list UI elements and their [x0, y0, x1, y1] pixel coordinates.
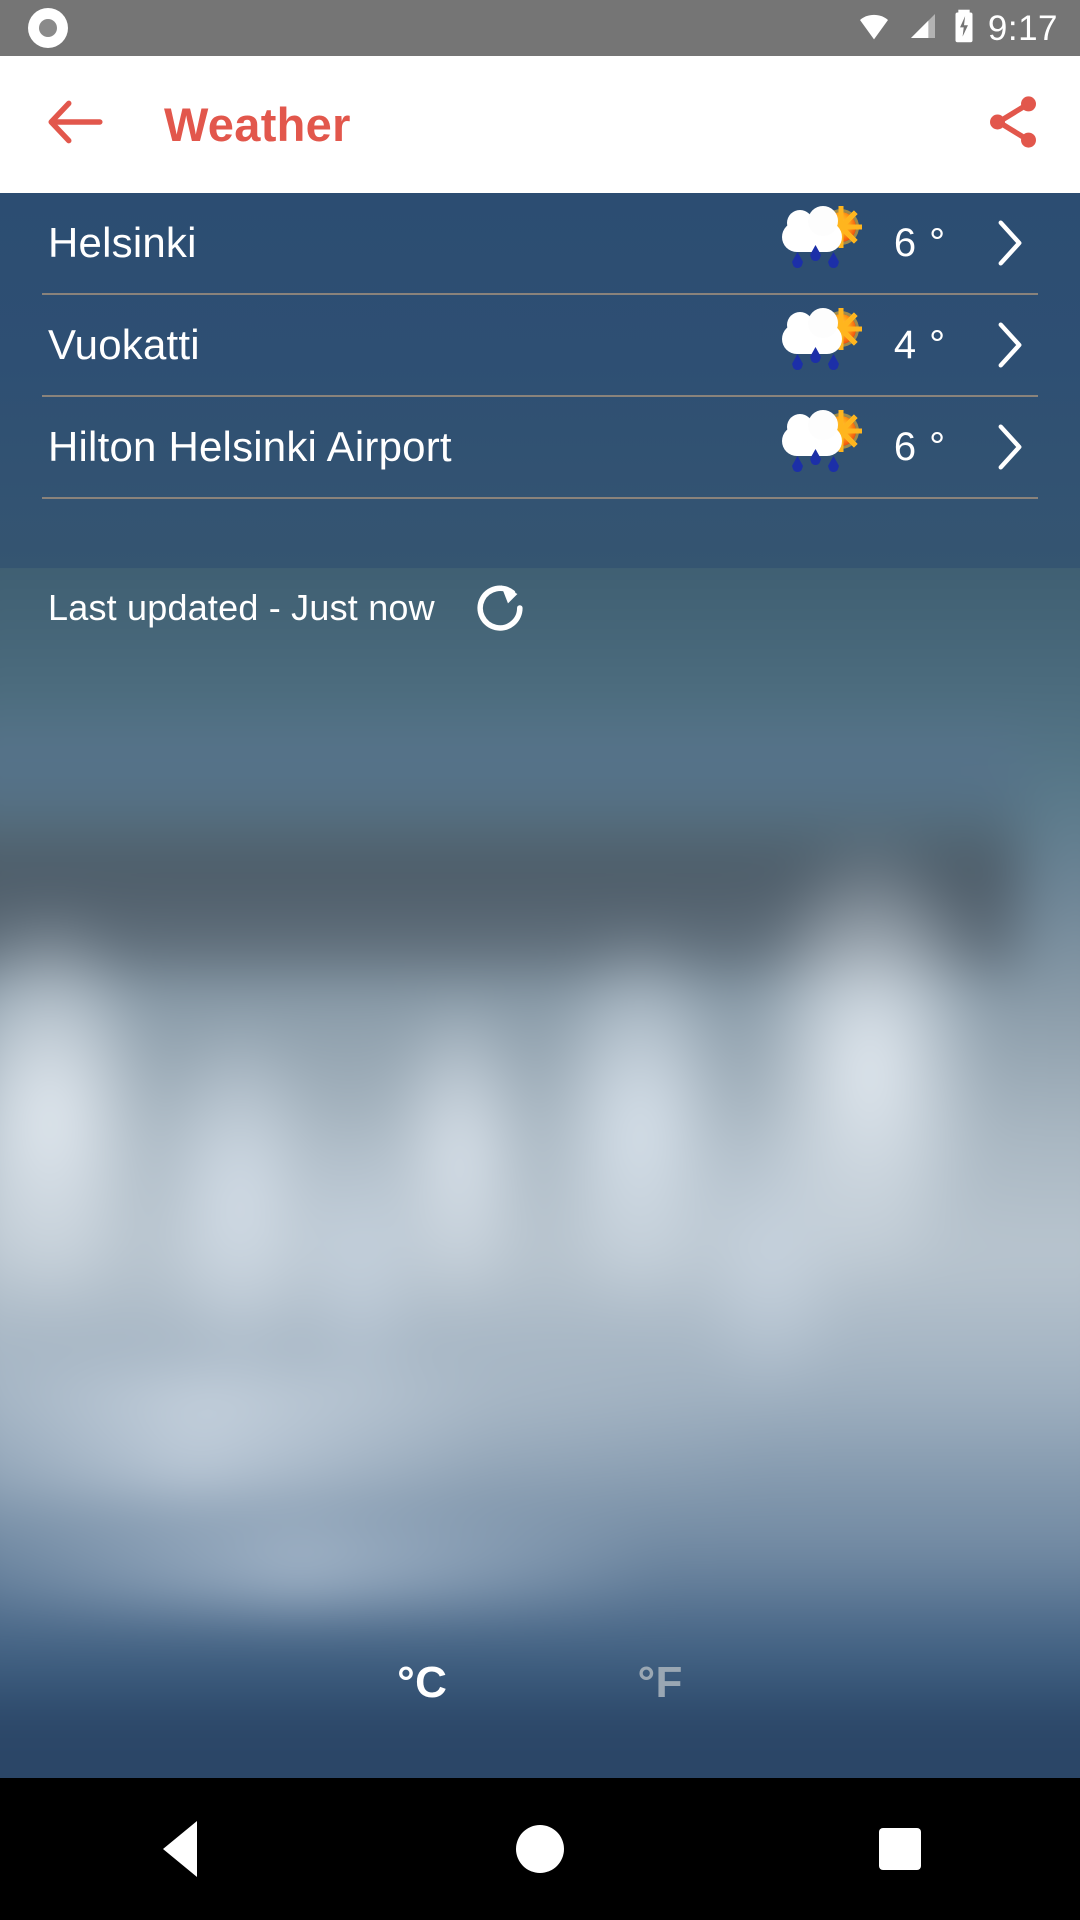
city-temperature: 6 ° [893, 220, 947, 265]
city-row-right: 4 ° [782, 308, 1040, 376]
row-divider [42, 497, 1038, 499]
city-name: Helsinki [48, 219, 197, 266]
unit-toggle: °C °F [0, 1658, 1080, 1708]
status-bar-clock: 9:17 [987, 8, 1058, 48]
sun-behind-rain-cloud-icon [782, 308, 862, 376]
city-name: Vuokatti [48, 321, 200, 368]
sun-behind-rain-cloud-icon [782, 410, 862, 478]
chevron-right-icon[interactable] [980, 219, 1040, 267]
refresh-button[interactable] [471, 579, 529, 637]
city-row-right: 6 ° [782, 410, 1040, 478]
city-row-helsinki[interactable]: Helsinki 6 ° [0, 193, 1080, 293]
city-list: Helsinki 6 ° Vuokatti 4 ° Hilton Helsink… [0, 193, 1080, 499]
page-title: Weather [164, 98, 351, 151]
nav-home-circle-icon[interactable] [465, 1778, 615, 1920]
last-updated-text: Last updated - Just now [48, 587, 435, 628]
status-bar-right: 9:17 [855, 9, 1058, 48]
wifi-icon [855, 10, 893, 47]
unit-fahrenheit-button[interactable]: °F [637, 1658, 682, 1708]
last-updated-row: Last updated - Just now [0, 568, 1080, 648]
chevron-right-icon[interactable] [980, 423, 1040, 471]
app-bar: Weather [0, 56, 1080, 193]
city-temperature: 4 ° [893, 322, 947, 367]
cell-signal-icon [906, 10, 940, 47]
chevron-right-icon[interactable] [980, 321, 1040, 369]
city-row-right: 6 ° [782, 206, 1040, 274]
nav-recents-square-icon[interactable] [825, 1778, 975, 1920]
share-button[interactable] [982, 91, 1044, 158]
city-row-vuokatti[interactable]: Vuokatti 4 ° [0, 295, 1080, 395]
battery-charging-icon [953, 9, 975, 48]
sun-behind-rain-cloud-icon [782, 206, 862, 274]
city-row-hilton-helsinki-airport[interactable]: Hilton Helsinki Airport 6 ° [0, 397, 1080, 497]
record-circle-icon [28, 8, 68, 48]
android-navigation-bar [0, 1778, 1080, 1920]
status-bar-left [28, 8, 68, 48]
back-button[interactable] [46, 99, 104, 150]
city-name: Hilton Helsinki Airport [48, 423, 452, 470]
status-bar: 9:17 [0, 0, 1080, 56]
unit-celsius-button[interactable]: °C [397, 1658, 447, 1708]
city-temperature: 6 ° [893, 424, 947, 469]
nav-back-triangle-icon[interactable] [105, 1778, 255, 1920]
weather-content: Helsinki 6 ° Vuokatti 4 ° Hilton Helsink… [0, 193, 1080, 1778]
